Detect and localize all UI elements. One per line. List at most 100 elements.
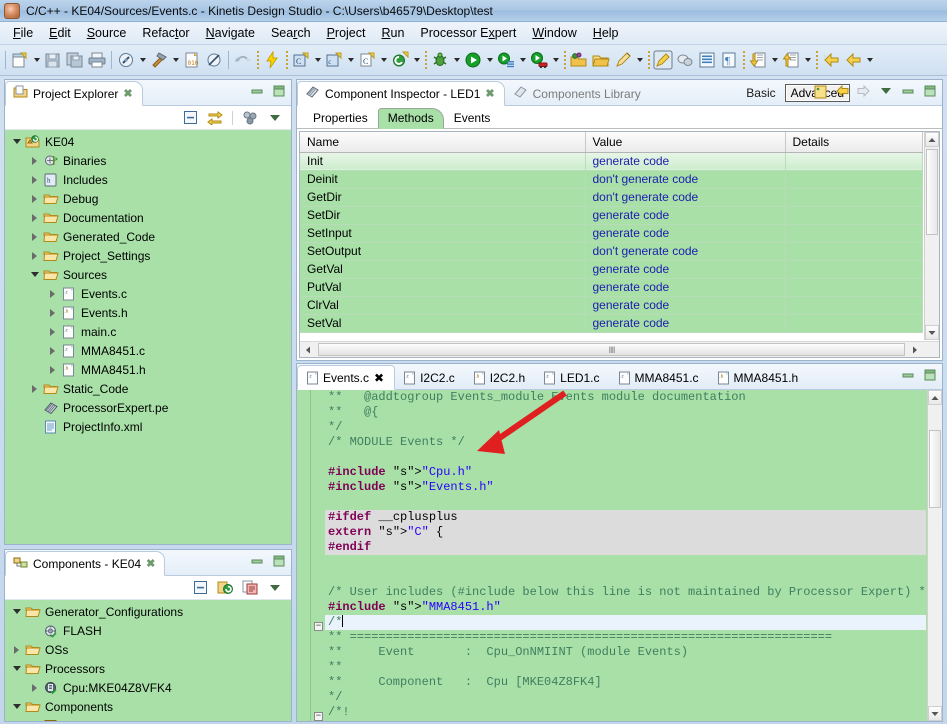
twisty-expanded-icon[interactable] [11, 606, 22, 617]
method-name-cell[interactable]: SetOutput [300, 242, 586, 261]
code-line[interactable]: ** =====================================… [325, 630, 926, 645]
code-line[interactable]: /* User includes (#include below this li… [325, 585, 926, 600]
maximize-icon[interactable] [922, 367, 938, 383]
code-line[interactable]: #include "s">"Cpu.h" [325, 465, 926, 480]
scroll-thumb[interactable] [926, 149, 938, 235]
tree-item[interactable]: .h Events.h [5, 303, 291, 322]
prev-annotation-dropdown-icon[interactable] [802, 49, 813, 71]
twisty-collapsed-icon[interactable] [29, 231, 40, 242]
binary-010-icon[interactable]: 010 [181, 49, 203, 71]
code-line[interactable]: ** [325, 660, 926, 675]
tree-item[interactable]: ProcessorExpert.pe [5, 398, 291, 417]
code-line[interactable] [325, 570, 926, 585]
menu-window[interactable]: Window [524, 24, 584, 42]
twisty-collapsed-icon[interactable] [47, 345, 58, 356]
minimize-icon[interactable] [900, 83, 916, 99]
new-icon[interactable] [9, 49, 31, 71]
code-line[interactable]: */ [325, 690, 926, 705]
new-cpp-project-icon[interactable]: c [323, 49, 345, 71]
tree-item[interactable]: Static_Code [5, 379, 291, 398]
tab-events[interactable]: Events [444, 108, 501, 129]
close-icon[interactable]: ✖ [374, 371, 384, 385]
twisty-collapsed-icon[interactable] [47, 364, 58, 375]
code-line[interactable]: #ifdef __cplusplus [325, 510, 926, 525]
tree-item[interactable]: h Includes [5, 170, 291, 189]
twisty-collapsed-icon[interactable] [47, 288, 58, 299]
editor-tab[interactable]: .c Events.c ✖ [297, 365, 396, 390]
tree-item[interactable]: .c Events.c [5, 284, 291, 303]
menu-refactor[interactable]: Refactor [134, 24, 197, 42]
generate-code-icon[interactable] [217, 580, 233, 596]
tab-components[interactable]: Components - KE04 ✖ [5, 551, 166, 576]
method-details-cell[interactable] [785, 206, 923, 225]
tab-properties[interactable]: Properties [303, 108, 378, 129]
toggle-mark-icon[interactable] [674, 49, 696, 71]
methods-horizontal-scrollbar[interactable]: IIII [300, 341, 939, 357]
tree-item[interactable]: Project_Settings [5, 246, 291, 265]
method-value-cell[interactable]: don't generate code [585, 242, 786, 261]
tree-item[interactable]: ProjectInfo.xml [5, 417, 291, 436]
menu-processor-expert[interactable]: Processor Expert [412, 24, 524, 42]
debug-dropdown-icon[interactable] [451, 49, 462, 71]
pencil-icon[interactable] [612, 49, 634, 71]
flash-icon[interactable] [261, 49, 283, 71]
tab-component-inspector[interactable]: Component Inspector - LED1 ✖ [297, 81, 505, 106]
tree-item[interactable]: OSs [5, 640, 291, 659]
method-value-cell[interactable]: generate code [585, 296, 786, 315]
tree-item[interactable]: .h MMA8451.h [5, 360, 291, 379]
code-line[interactable]: ** @{ [325, 405, 926, 420]
view-menu-icon[interactable] [878, 83, 894, 99]
twisty-collapsed-icon[interactable] [29, 174, 40, 185]
method-value-cell[interactable]: generate code [585, 206, 786, 225]
code-line[interactable]: ** Event : Cpu_OnNMIINT (module Events) [325, 645, 926, 660]
twisty-collapsed-icon[interactable] [29, 383, 40, 394]
scroll-thumb[interactable] [929, 430, 941, 508]
editor-tab[interactable]: .c I2C2.c [395, 365, 465, 390]
menu-run[interactable]: Run [373, 24, 412, 42]
new-generic-dropdown-icon[interactable] [411, 49, 422, 71]
tab-components-library[interactable]: Components Library [505, 81, 651, 106]
view-menu-icon[interactable] [267, 580, 283, 596]
tree-item[interactable]: Debug [5, 189, 291, 208]
print-icon[interactable] [86, 49, 108, 71]
code-line[interactable] [325, 555, 926, 570]
twisty-collapsed-icon[interactable] [11, 644, 22, 655]
pencil-dropdown-icon[interactable] [634, 49, 645, 71]
twisty-expanded-icon[interactable] [11, 136, 22, 147]
methods-vertical-scrollbar[interactable] [924, 132, 939, 340]
minimize-icon[interactable] [249, 553, 265, 569]
tree-item[interactable]: KE04 [5, 132, 291, 151]
new-c-file-dropdown-icon[interactable] [378, 49, 389, 71]
twisty-expanded-icon[interactable] [11, 663, 22, 674]
scroll-down-button[interactable] [925, 325, 939, 340]
close-icon[interactable]: ✖ [485, 87, 494, 100]
table-row[interactable]: ClrVal generate code [300, 296, 923, 315]
code-line[interactable]: ** Component : Cpu [MKE04Z8FK4] [325, 675, 926, 690]
code-line[interactable]: /* MODULE Events */ [325, 435, 926, 450]
table-row[interactable]: SetDir generate code [300, 206, 923, 225]
build-hammer-icon[interactable] [148, 49, 170, 71]
twisty-collapsed-icon[interactable] [29, 250, 40, 261]
import-component-icon[interactable] [242, 580, 258, 596]
method-details-cell[interactable] [785, 260, 923, 279]
view-menu-icon[interactable] [267, 110, 283, 126]
col-value[interactable]: Value [585, 132, 786, 153]
method-details-cell[interactable] [785, 170, 923, 189]
run-config-dropdown-icon[interactable] [517, 49, 528, 71]
new-c-project-icon[interactable]: C [290, 49, 312, 71]
method-value-cell[interactable]: don't generate code [585, 170, 786, 189]
method-name-cell[interactable]: ClrVal [300, 296, 586, 315]
collapse-all-icon[interactable] [192, 580, 208, 596]
maximize-icon[interactable] [271, 553, 287, 569]
view-menu-group-icon[interactable] [242, 110, 258, 126]
tree-item[interactable]: Generator_Configurations [5, 602, 291, 621]
new-c-file-icon[interactable]: C [356, 49, 378, 71]
collapse-all-icon[interactable] [182, 110, 198, 126]
table-row[interactable]: SetVal generate code [300, 314, 923, 333]
menu-navigate[interactable]: Navigate [198, 24, 263, 42]
editor-vertical-scrollbar[interactable] [927, 390, 942, 721]
back-arrow-icon[interactable] [834, 83, 850, 99]
menu-source[interactable]: Source [79, 24, 135, 42]
run-config-icon[interactable] [495, 49, 517, 71]
menu-search[interactable]: Search [263, 24, 319, 42]
